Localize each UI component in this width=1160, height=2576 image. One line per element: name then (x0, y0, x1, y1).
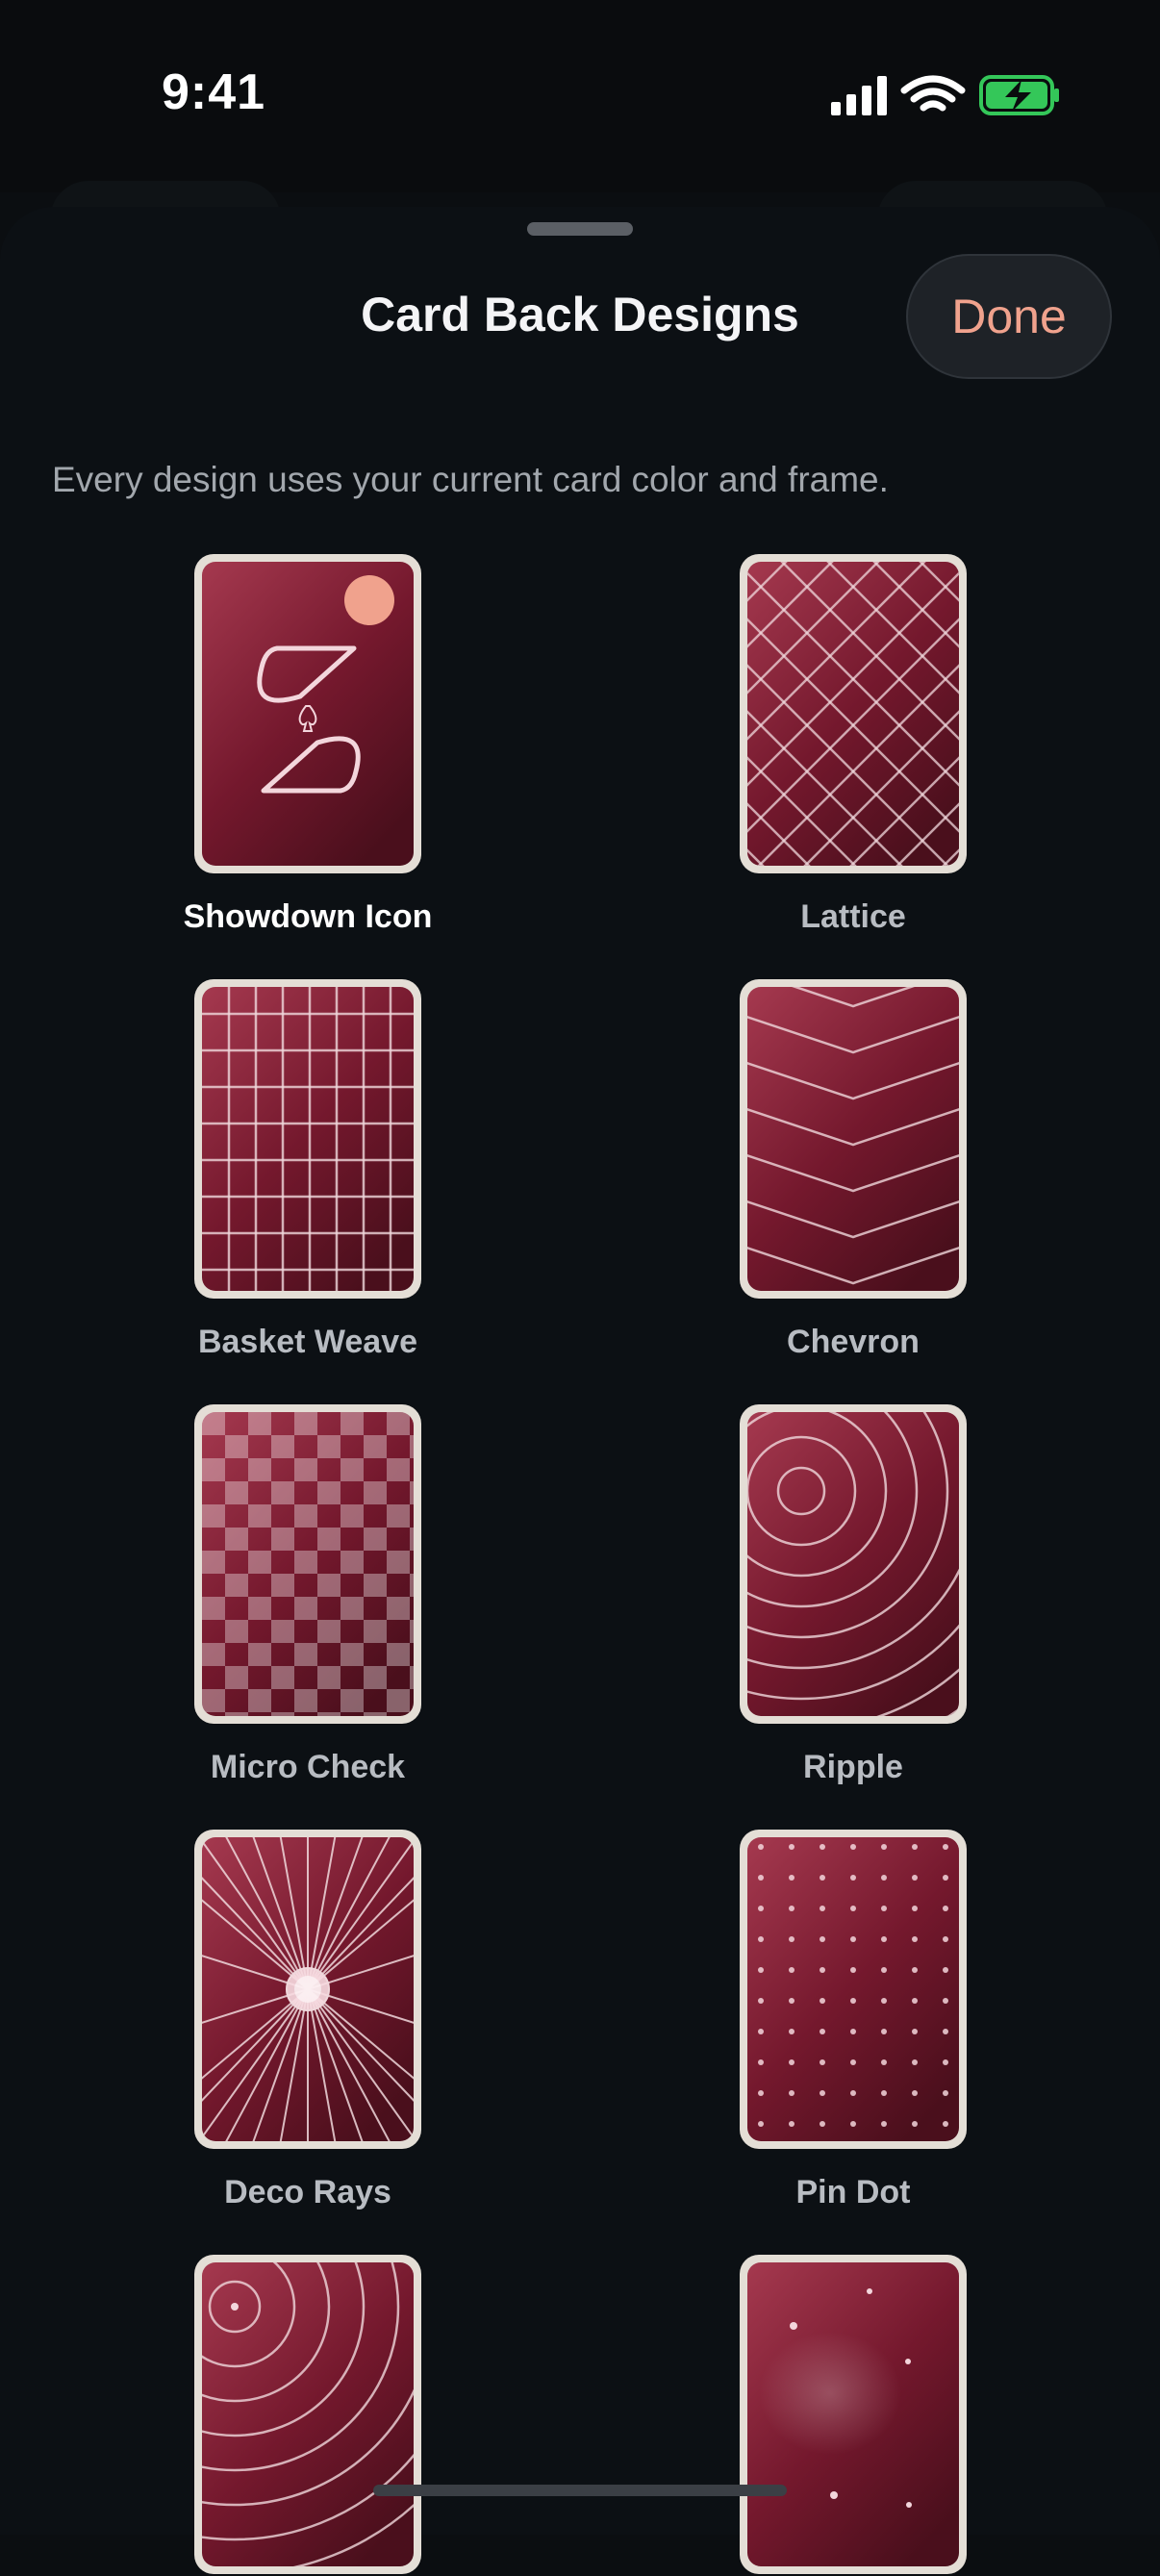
design-label: Chevron (787, 1324, 920, 1360)
design-tile-pin-dot[interactable]: Pin Dot (738, 1828, 969, 2210)
design-label: Showdown Icon (183, 898, 433, 935)
lattice-pattern-icon (740, 554, 967, 873)
design-label: Ripple (803, 1749, 903, 1785)
sheet-grabber[interactable] (527, 222, 633, 236)
chevron-pattern-icon (740, 979, 967, 1299)
checker-pattern-icon (194, 1404, 421, 1724)
design-label: Pin Dot (795, 2174, 911, 2210)
ripple-corner-pattern-icon (194, 2255, 421, 2574)
status-icons (831, 75, 1059, 115)
battery-charging-icon (979, 75, 1059, 115)
showdown-logo-icon (194, 554, 421, 873)
design-label: Basket Weave (197, 1324, 418, 1360)
wifi-icon (900, 75, 966, 112)
status-time: 9:41 (162, 64, 266, 120)
design-tile-micro-check[interactable]: Micro Check (192, 1402, 423, 1785)
done-button[interactable]: Done (906, 254, 1112, 379)
design-tile-deco-rays[interactable]: Deco Rays (192, 1828, 423, 2210)
design-tile-ripple-corner[interactable] (192, 2253, 423, 2576)
starfield-pattern-icon (740, 2255, 967, 2574)
cellular-signal-icon (831, 76, 887, 115)
design-tile-starfield[interactable] (738, 2253, 969, 2576)
design-label: Lattice (800, 898, 906, 935)
design-tile-ripple[interactable]: Ripple (738, 1402, 969, 1785)
design-label: Deco Rays (224, 2174, 391, 2210)
design-tile-chevron[interactable]: Chevron (738, 977, 969, 1360)
grid-pattern-icon (194, 979, 421, 1299)
design-tile-lattice[interactable]: Lattice (738, 552, 969, 935)
design-tile-showdown-icon[interactable]: Showdown Icon (184, 552, 432, 935)
design-tile-basket-weave[interactable]: Basket Weave (192, 977, 423, 1360)
design-label: Micro Check (210, 1749, 406, 1785)
rays-pattern-icon (194, 1830, 421, 2149)
dot-pattern-icon (740, 1830, 967, 2149)
ripple-pattern-icon (740, 1404, 967, 1724)
sheet-subtitle: Every design uses your current card colo… (52, 460, 889, 499)
home-indicator (373, 2485, 787, 2496)
status-bar: 9:41 (0, 0, 1160, 192)
